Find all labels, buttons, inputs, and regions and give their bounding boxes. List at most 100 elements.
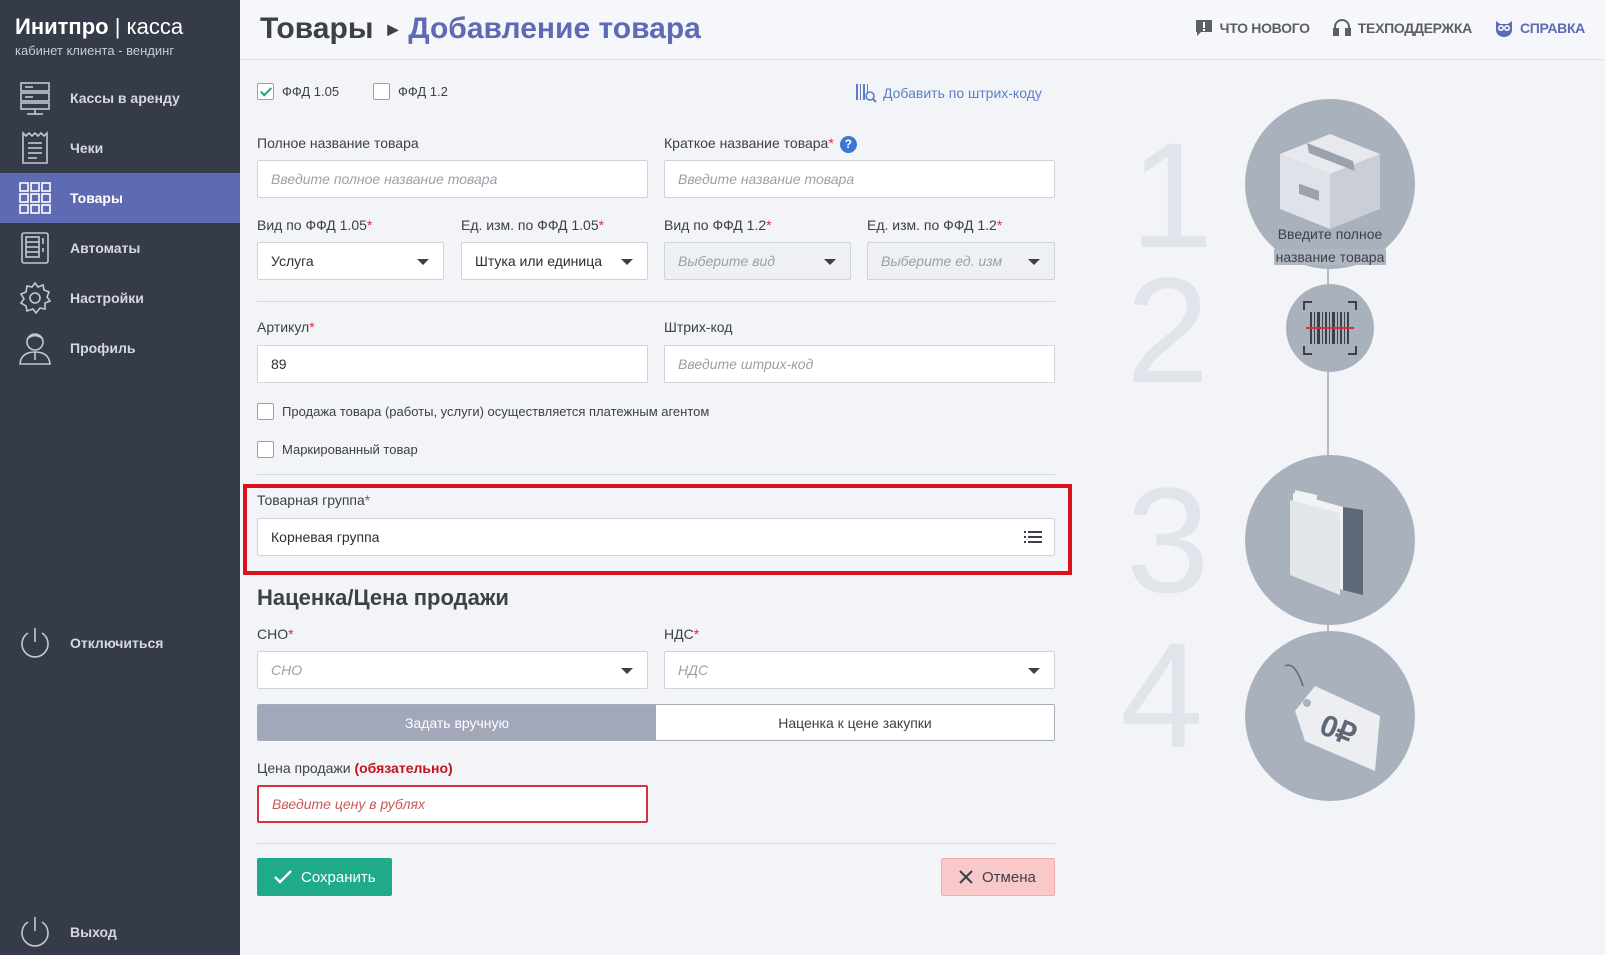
list-icon[interactable] [1024,530,1042,544]
unit-105-label-text: Ед. изм. по ФФД 1.05 [461,217,599,233]
brand-product: касса [126,14,184,39]
help-label: СПРАВКА [1519,20,1585,36]
nds-select[interactable]: НДС [664,651,1055,689]
sidebar-item-machines[interactable]: Автоматы [0,223,240,273]
ffd-105-checkbox[interactable]: ФФД 1.05 [257,83,339,100]
manual-price-tab[interactable]: Задать вручную [258,705,656,740]
sidebar-item-settings[interactable]: Настройки [0,273,240,323]
help-icon[interactable]: ? [839,135,857,153]
breadcrumb-root[interactable]: Товары [260,12,373,46]
disconnect-button[interactable]: Отключиться [0,618,240,668]
header: Товары ▶ Добавление товара ЧТО НОВОГО ТЕ… [240,0,1605,60]
breadcrumb: Товары ▶ Добавление товара [260,12,701,46]
chevron-down-icon [824,259,836,265]
checkbox-checked[interactable] [257,83,274,100]
folder-step-circle [1245,455,1415,625]
step-number-3: 3 [1126,456,1210,624]
power-icon [0,625,70,661]
sale-price-input[interactable]: Введите цену в рублях [257,785,648,823]
nds-label-text: НДС [664,626,694,642]
sidebar-item-label: Кассы в аренду [70,90,180,106]
mandatory-note: (обязательно) [354,760,453,776]
sidebar-item-products[interactable]: Товары [0,173,240,223]
gear-icon [0,280,70,316]
marked-product-checkbox[interactable]: Маркированный товар [257,441,418,458]
price-mode-toggle: Задать вручную Наценка к цене закупки [257,704,1055,741]
barcode-label: Штрих-код [664,319,733,335]
unit-105-select[interactable]: Штука или единица [461,242,648,280]
save-button[interactable]: Сохранить [257,858,392,896]
type-12-placeholder: Выберите вид [678,253,776,269]
short-name-input[interactable]: Введите название товара [664,160,1055,198]
caption-line-1: Введите полное [1277,226,1383,242]
whats-new-label: ЧТО НОВОГО [1219,20,1310,36]
top-links: ЧТО НОВОГО ТЕХПОДДЕРЖКА СПРАВКА [1194,18,1585,38]
group-label-text: Товарная группа [257,492,365,508]
full-name-input[interactable]: Введите полное название товара [257,160,648,198]
type-105-label: Вид по ФФД 1.05* [257,217,372,233]
sno-label: СНО* [257,626,294,642]
checkbox-unchecked[interactable] [373,83,390,100]
checkbox-unchecked[interactable] [257,403,274,420]
sidebar-item-profile[interactable]: Профиль [0,323,240,373]
sno-placeholder: СНО [271,662,303,678]
power-icon [0,914,70,950]
payment-agent-checkbox[interactable]: Продажа товара (работы, услуги) осуществ… [257,403,709,420]
chevron-down-icon [1028,668,1040,674]
whats-new-link[interactable]: ЧТО НОВОГО [1194,18,1310,38]
caption-line-2: название товара [1273,249,1387,265]
add-by-barcode-link[interactable]: Добавить по штрих-коду [855,82,1042,104]
type-105-value: Услуга [271,253,314,269]
close-icon [959,870,973,884]
required-mark: * [693,626,700,642]
nds-label: НДС* [664,626,699,642]
server-icon [0,80,70,116]
disconnect-label: Отключиться [70,635,164,651]
type-12-label-text: Вид по ФФД 1.2 [664,217,767,233]
barcode-scan-icon [856,84,877,103]
unit-12-label-text: Ед. изм. по ФФД 1.2 [867,217,997,233]
sidebar-item-rent[interactable]: Кассы в аренду [0,73,240,123]
chevron-down-icon [417,259,429,265]
brand-logo[interactable]: Инитпро | касса [15,14,183,40]
cancel-button[interactable]: Отмена [941,858,1055,896]
chevron-down-icon [621,259,633,265]
sno-select[interactable]: СНО [257,651,648,689]
barcode-input[interactable]: Введите штрих-код [664,345,1055,383]
ffd-105-label: ФФД 1.05 [282,84,340,99]
markup-price-tab[interactable]: Наценка к цене закупки [656,705,1054,740]
grid-icon [0,180,70,216]
folder-icon [1290,490,1363,595]
required-mark: * [828,135,834,151]
brand-separator: | [114,14,121,39]
type-105-select[interactable]: Услуга [257,242,444,280]
user-icon [0,330,70,366]
support-label: ТЕХПОДДЕРЖКА [1357,20,1472,36]
brand-subtitle: кабинет клиента - вендинг [15,43,175,58]
sidebar-item-receipts[interactable]: Чеки [0,123,240,173]
ffd-12-checkbox[interactable]: ФФД 1.2 [373,83,448,100]
unit-12-select[interactable]: Выберите ед. изм [867,242,1055,280]
checkmark-icon [274,870,292,884]
support-link[interactable]: ТЕХПОДДЕРЖКА [1332,18,1472,38]
required-mark: * [996,217,1003,233]
divider [257,843,1055,844]
price-tag-icon: 0₽ [1284,664,1380,771]
required-mark: * [366,217,373,233]
type-12-select[interactable]: Выберите вид [664,242,851,280]
sidebar-item-label: Профиль [70,340,136,356]
article-input[interactable]: 89 [257,345,648,383]
help-link[interactable]: СПРАВКА [1494,18,1585,38]
group-select[interactable]: Корневая группа [257,518,1055,556]
nds-placeholder: НДС [678,662,709,678]
logout-button[interactable]: Выход [0,907,240,955]
required-mark: * [309,319,315,335]
required-mark: * [364,492,371,508]
sno-label-text: СНО [257,626,289,642]
breadcrumb-arrow-icon: ▶ [387,20,399,37]
logout-label: Выход [70,924,117,940]
receipt-icon [0,130,70,166]
owl-icon [1495,21,1512,37]
sale-price-label-text: Цена продажи [257,760,351,776]
checkbox-unchecked[interactable] [257,441,274,458]
